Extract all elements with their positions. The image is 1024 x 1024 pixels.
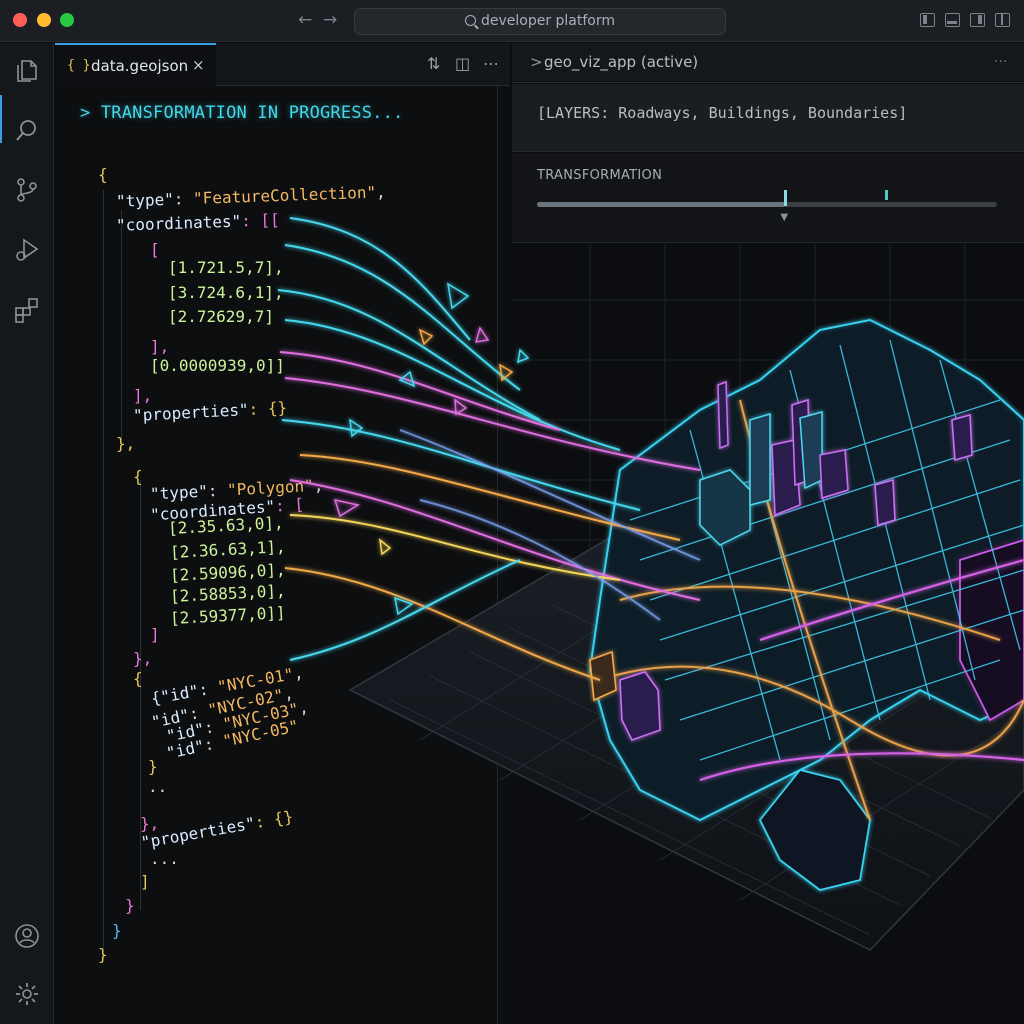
back-arrow-icon[interactable]: ← xyxy=(298,10,312,30)
code-line: ] xyxy=(150,625,160,644)
editor-scrollbar[interactable] xyxy=(497,86,498,1024)
toggle-panel-icon[interactable] xyxy=(945,13,960,27)
tab-label: data.geojson xyxy=(91,57,189,75)
search-icon xyxy=(464,15,476,26)
code-line: [1.721.5,7], xyxy=(168,258,284,277)
chevron-right-icon: > xyxy=(530,53,543,71)
more-actions-icon[interactable]: ... xyxy=(994,50,1007,66)
toggle-primary-sidebar-icon[interactable] xyxy=(920,13,935,27)
code-line: { xyxy=(133,467,143,486)
account-icon[interactable] xyxy=(13,922,41,950)
code-line: ... xyxy=(150,849,179,868)
code-line: } xyxy=(112,921,122,940)
maximize-window-button[interactable] xyxy=(60,13,74,27)
more-actions-icon[interactable]: ⋯ xyxy=(483,54,499,73)
code-line: [3.724.6,1], xyxy=(168,283,284,302)
layers-list: [LAYERS: Roadways, Buildings, Boundaries… xyxy=(537,104,908,122)
code-line: } xyxy=(98,945,108,964)
compare-changes-icon[interactable]: ⇅ xyxy=(427,54,440,73)
code-line: { xyxy=(133,669,143,688)
slider-fill xyxy=(537,202,786,207)
transformation-label: TRANSFORMATION xyxy=(537,168,663,183)
code-line: }, xyxy=(116,434,136,453)
source-control-icon[interactable] xyxy=(13,176,41,204)
tab-data-geojson[interactable]: { } data.geojson × xyxy=(55,43,216,86)
code-line: [ xyxy=(150,240,160,259)
json-file-icon: { } xyxy=(67,58,91,73)
toggle-secondary-sidebar-icon[interactable] xyxy=(970,13,985,27)
command-search[interactable]: developer platform xyxy=(354,8,726,35)
code-line: [0.0000939,0]] xyxy=(150,356,285,375)
status-line: > TRANSFORMATION IN PROGRESS... xyxy=(80,103,404,123)
minimize-window-button[interactable] xyxy=(37,13,51,27)
code-line: ], xyxy=(133,386,153,405)
search-icon[interactable] xyxy=(13,117,41,145)
code-line: [2.72629,7] xyxy=(168,307,274,326)
slider-marker xyxy=(885,190,888,200)
slider-caret-icon: ▼ xyxy=(780,212,789,223)
active-indicator xyxy=(0,95,2,143)
code-line: { xyxy=(98,165,108,184)
code-line: ] xyxy=(140,872,150,891)
files-icon[interactable] xyxy=(13,57,41,85)
settings-icon[interactable] xyxy=(13,980,41,1008)
transformation-slider[interactable] xyxy=(537,202,997,207)
activity-bar xyxy=(0,43,54,1024)
code-line: } xyxy=(125,896,135,915)
transformation-panel xyxy=(512,153,1024,243)
search-text: developer platform xyxy=(480,13,616,29)
title-bar: ← → developer platform xyxy=(0,0,1024,42)
extensions-icon[interactable] xyxy=(13,296,41,324)
forward-arrow-icon[interactable]: → xyxy=(323,10,337,30)
code-line: .. xyxy=(148,777,168,796)
slider-thumb[interactable] xyxy=(784,190,788,206)
tab-geo-viz-app[interactable]: geo_viz_app (active) xyxy=(544,53,698,71)
close-icon[interactable]: × xyxy=(192,56,205,74)
indent-guide xyxy=(121,210,122,440)
customize-layout-icon[interactable] xyxy=(995,13,1010,27)
run-debug-icon[interactable] xyxy=(13,236,41,264)
code-line: } xyxy=(148,757,158,776)
indent-guide xyxy=(103,190,104,950)
code-line: }, xyxy=(133,649,153,668)
editor-tab-bar: { } data.geojson × ⇅ ◫ ⋯ xyxy=(55,43,510,86)
map-viewport[interactable] xyxy=(512,244,1024,1024)
code-line: ], xyxy=(150,337,170,356)
viz-tab-bar: > geo_viz_app (active) xyxy=(512,43,1024,83)
close-window-button[interactable] xyxy=(13,13,27,27)
split-editor-icon[interactable]: ◫ xyxy=(455,54,470,73)
